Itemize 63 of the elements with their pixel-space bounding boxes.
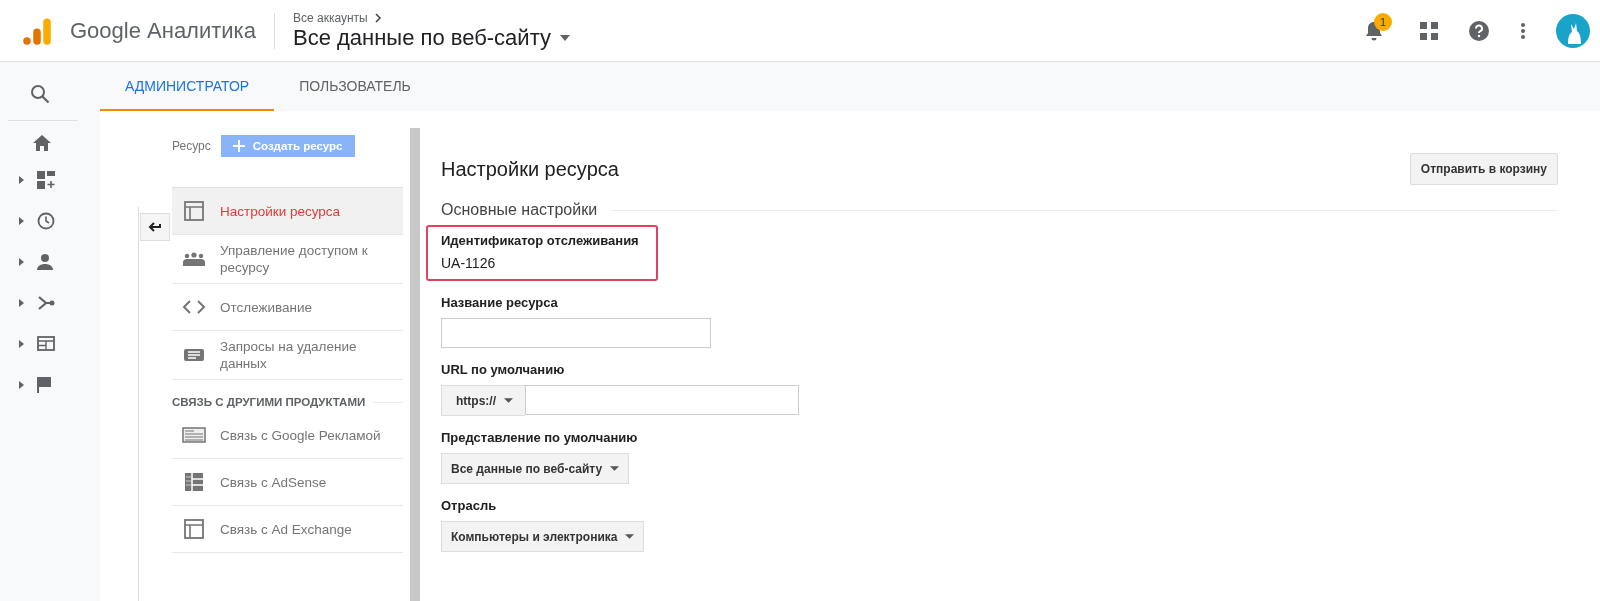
scrollbar[interactable] (410, 128, 420, 601)
nav-item[interactable]: Связь с Ad Exchange (172, 506, 403, 553)
expand-arrow-icon[interactable] (19, 257, 24, 266)
tab[interactable]: ПОЛЬЗОВАТЕЛЬ (274, 62, 436, 111)
flag-icon[interactable] (37, 376, 51, 393)
product-name: Google Аналитика (70, 17, 256, 44)
people-icon (182, 252, 206, 266)
ads-icon (182, 427, 206, 443)
nav-item[interactable]: Связь с AdSense (172, 459, 403, 506)
field-label: Представление по умолчанию (441, 430, 639, 445)
expand-arrow-icon[interactable] (19, 380, 24, 389)
columns-icon (182, 472, 206, 492)
expand-arrow-icon[interactable] (19, 339, 24, 348)
caret-icon (559, 33, 571, 42)
dashboard-icon[interactable] (37, 170, 55, 189)
tracking-id: UA-1126 (441, 255, 497, 271)
industry-dropdown[interactable]: Компьютеры и электроника (441, 521, 645, 552)
caret-icon (610, 466, 620, 471)
input-field[interactable] (441, 318, 711, 348)
input-field[interactable] (525, 385, 799, 415)
nav-item[interactable]: Запросы на удаление данных (172, 331, 403, 380)
view-dropdown[interactable]: Все данные по веб-сайту (441, 453, 630, 484)
nav-item[interactable]: Настройки ресурса (172, 188, 403, 235)
view-selector[interactable]: Все данные по веб-сайту (292, 24, 571, 51)
expand-arrow-icon[interactable] (19, 175, 24, 184)
code-icon (182, 300, 206, 314)
plus-icon (232, 140, 245, 152)
page-title: Настройки ресурса (441, 157, 619, 181)
protocol-dropdown[interactable]: https:// (441, 385, 525, 416)
data-deletion-icon (182, 348, 206, 362)
field-label: Отрасль (441, 498, 498, 513)
back-button[interactable] (140, 213, 170, 241)
clock-icon[interactable] (37, 211, 55, 230)
section-title: СВЯЗЬ С ДРУГИМИ ПРОДУКТАМИ (172, 396, 366, 408)
trash-button[interactable]: Отправить в корзину (1409, 153, 1558, 185)
layout-icon (182, 201, 206, 221)
branch-icon[interactable] (37, 294, 55, 311)
notification-badge: 1 (1374, 12, 1392, 31)
expand-arrow-icon[interactable] (19, 298, 24, 307)
breadcrumb-link[interactable]: Все аккаунты (292, 10, 368, 25)
home-icon[interactable] (33, 135, 51, 151)
nav-item[interactable]: Отслеживание (172, 284, 403, 331)
search-icon[interactable] (30, 84, 50, 104)
chevron-icon (373, 12, 382, 23)
apps-icon[interactable] (1420, 21, 1438, 40)
person-icon[interactable] (37, 253, 53, 270)
back-arrow-icon (148, 222, 162, 232)
nav-item[interactable]: Управление доступом к ресурсу (172, 235, 403, 284)
resource-label: Ресурс (172, 139, 211, 153)
help-icon[interactable] (1468, 19, 1490, 42)
tab[interactable]: АДМИНИСТРАТОР (100, 62, 275, 111)
field-label: URL по умолчанию (441, 362, 566, 377)
table-icon[interactable] (37, 336, 55, 351)
section-title: Основные настройки (441, 201, 598, 219)
more-icon[interactable] (1520, 21, 1526, 40)
layout-icon (182, 519, 206, 539)
caret-icon (504, 398, 513, 403)
field-label: Идентификатор отслеживания (441, 233, 640, 248)
field-label: Название ресурса (441, 295, 559, 310)
caret-icon (625, 534, 635, 539)
avatar-icon[interactable] (1556, 13, 1590, 48)
nav-item[interactable]: Связь с Google Рекламой (172, 412, 403, 459)
expand-arrow-icon[interactable] (19, 216, 24, 225)
